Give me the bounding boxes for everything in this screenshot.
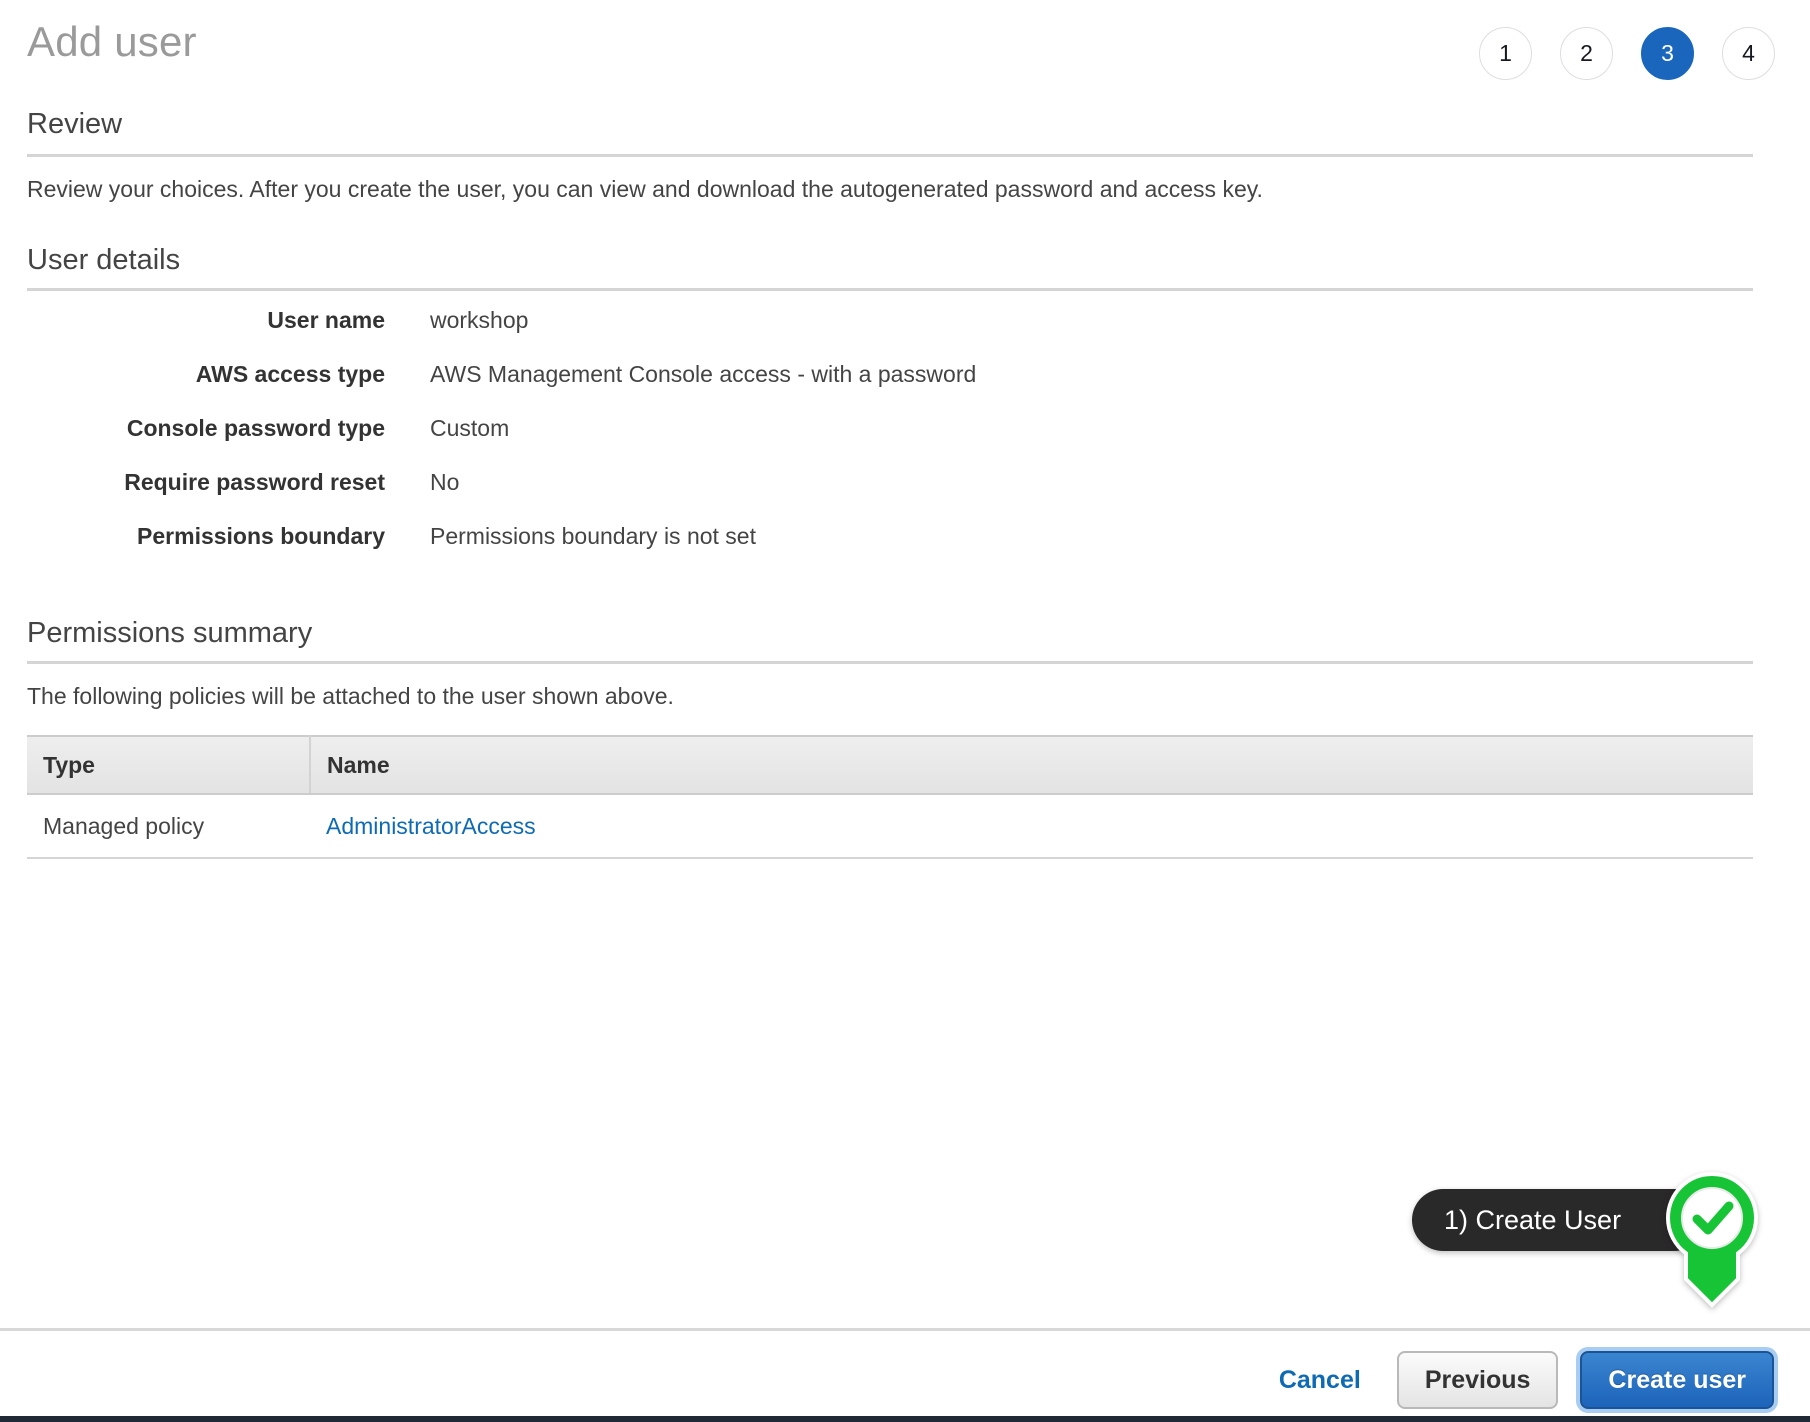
permissions-summary-description: The following policies will be attached …	[27, 681, 1753, 711]
annotation-label: 1) Create User	[1444, 1205, 1621, 1236]
policy-table-body: Managed policy AdministratorAccess	[27, 794, 1753, 858]
cell-policy-type: Managed policy	[27, 794, 310, 858]
previous-button[interactable]: Previous	[1397, 1351, 1559, 1409]
detail-row: Permissions boundary Permissions boundar…	[0, 523, 1810, 577]
detail-row: Console password type Custom	[0, 415, 1810, 469]
annotation-callout: 1) Create User	[1412, 1189, 1705, 1251]
check-circle-pin-icon	[1664, 1172, 1760, 1308]
detail-label-console-password-type: Console password type	[0, 415, 385, 442]
permissions-summary-heading: Permissions summary	[27, 613, 1753, 664]
policy-table-head: Type Name	[27, 736, 1753, 794]
footer-actions: Cancel Previous Create user	[1265, 1351, 1774, 1409]
cell-policy-name: AdministratorAccess	[310, 794, 1753, 858]
create-user-button[interactable]: Create user	[1580, 1351, 1774, 1409]
review-description: Review your choices. After you create th…	[27, 174, 1753, 204]
detail-value-require-password-reset: No	[430, 469, 459, 496]
review-heading: Review	[27, 104, 1753, 157]
detail-value-aws-access-type: AWS Management Console access - with a p…	[430, 361, 976, 388]
policy-name-link[interactable]: AdministratorAccess	[326, 813, 536, 839]
table-header-row: Type Name	[27, 736, 1753, 794]
detail-row: User name workshop	[0, 307, 1810, 361]
column-header-type[interactable]: Type	[27, 736, 310, 794]
page-title: Add user	[27, 16, 197, 68]
detail-label-aws-access-type: AWS access type	[0, 361, 385, 388]
wizard-footer: Cancel Previous Create user	[0, 1328, 1810, 1416]
detail-label-user-name: User name	[0, 307, 385, 334]
step-indicator: 1 2 3 4	[1479, 27, 1775, 80]
detail-label-permissions-boundary: Permissions boundary	[0, 523, 385, 550]
review-content: Review Review your choices. After you cr…	[0, 104, 1810, 859]
detail-row: Require password reset No	[0, 469, 1810, 523]
step-indicator-1[interactable]: 1	[1479, 27, 1532, 80]
column-header-name[interactable]: Name	[310, 736, 1753, 794]
bottom-bar	[0, 1416, 1810, 1422]
detail-value-user-name: workshop	[430, 307, 528, 334]
cancel-button[interactable]: Cancel	[1265, 1366, 1375, 1395]
detail-value-permissions-boundary: Permissions boundary is not set	[430, 523, 756, 550]
step-indicator-2[interactable]: 2	[1560, 27, 1613, 80]
step-indicator-4[interactable]: 4	[1722, 27, 1775, 80]
wizard-header: Add user 1 2 3 4	[0, 0, 1810, 104]
user-details-heading: User details	[27, 240, 1753, 291]
step-indicator-3[interactable]: 3	[1641, 27, 1694, 80]
user-details-list: User name workshop AWS access type AWS M…	[0, 307, 1810, 577]
detail-value-console-password-type: Custom	[430, 415, 509, 442]
table-row: Managed policy AdministratorAccess	[27, 794, 1753, 858]
detail-row: AWS access type AWS Management Console a…	[0, 361, 1810, 415]
policy-table: Type Name Managed policy AdministratorAc…	[27, 735, 1753, 859]
detail-label-require-password-reset: Require password reset	[0, 469, 385, 496]
